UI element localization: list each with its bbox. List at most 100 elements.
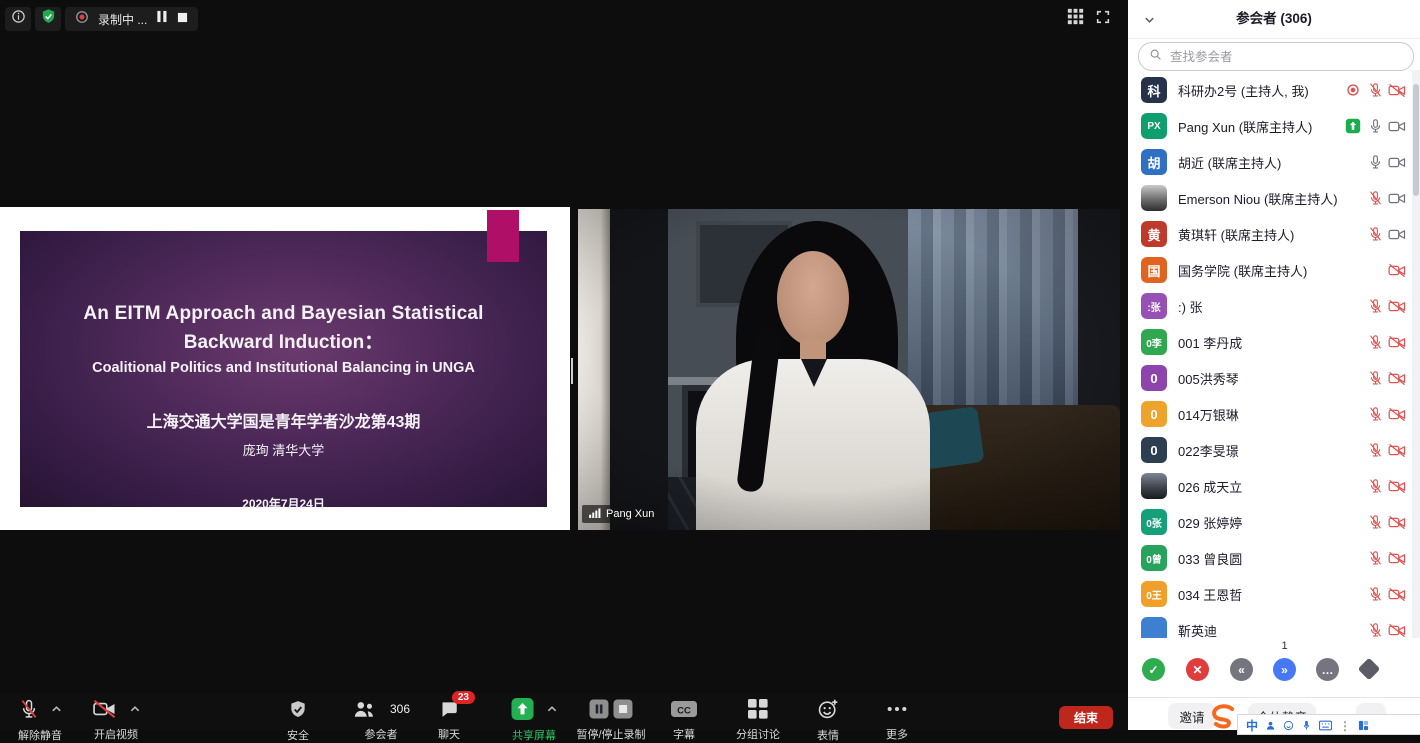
mic-on-icon[interactable] (1364, 118, 1386, 134)
cam-on-icon[interactable] (1386, 191, 1408, 206)
grid-view-icon (1067, 8, 1084, 30)
record-dot-icon[interactable] (1342, 83, 1364, 97)
cam-off-icon[interactable] (1386, 83, 1408, 98)
cam-off-icon[interactable] (1386, 479, 1408, 494)
mic-muted-icon[interactable] (1364, 478, 1386, 494)
cam-off-icon[interactable] (1386, 299, 1408, 314)
participant-row[interactable]: 0王034 王恩哲 (1128, 576, 1420, 612)
encryption-status-button[interactable] (35, 7, 61, 31)
toolbar-more-button[interactable]: 更多 (886, 698, 908, 742)
avatar: 胡 (1141, 149, 1167, 175)
ime-mic-icon[interactable] (1301, 720, 1312, 731)
participant-row[interactable]: 0022李旻璟 (1128, 432, 1420, 468)
cam-off-icon[interactable] (1386, 407, 1408, 422)
pause-recording-button[interactable] (156, 10, 168, 28)
ime-lang-icon[interactable]: 中 (1246, 717, 1258, 734)
slower-button[interactable]: « (1230, 658, 1253, 681)
video-tile-pang-xun[interactable]: Pang Xun (578, 209, 1120, 530)
toolbar-participants-button[interactable]: 306参会者 (352, 698, 410, 742)
mic-muted-icon[interactable] (1364, 190, 1386, 206)
toolbar-record-controls-button[interactable]: 暂停/停止录制 (576, 698, 645, 742)
participant-name: 014万银琳 (1178, 405, 1342, 424)
mic-muted-icon[interactable] (1364, 226, 1386, 242)
participant-row[interactable]: 0005洪秀琴 (1128, 360, 1420, 396)
meeting-info-button[interactable] (5, 7, 31, 31)
participant-row[interactable]: 靳英迪 (1128, 612, 1420, 638)
cam-off-icon[interactable] (1386, 443, 1408, 458)
mic-muted-icon[interactable] (1364, 622, 1386, 638)
participant-row[interactable]: 0014万银琳 (1128, 396, 1420, 432)
fullscreen-button[interactable] (1094, 10, 1112, 28)
ime-keyboard-icon[interactable] (1319, 720, 1332, 731)
participant-row[interactable]: 国国务学院 (联席主持人) (1128, 252, 1420, 288)
gallery-view-button[interactable] (1066, 10, 1084, 28)
cam-off-icon[interactable] (1386, 587, 1408, 602)
participant-row[interactable]: 0曾033 曾良圆 (1128, 540, 1420, 576)
cam-off-icon[interactable] (1386, 551, 1408, 566)
cam-off-icon[interactable] (1386, 623, 1408, 638)
toolbar-unmute-button[interactable]: 解除静音 (18, 698, 62, 743)
participant-search[interactable] (1138, 42, 1414, 71)
mic-muted-icon[interactable] (1364, 550, 1386, 566)
participant-row[interactable]: 黄黄琪轩 (联席主持人) (1128, 216, 1420, 252)
participant-search-input[interactable] (1168, 49, 1403, 65)
mic-muted-icon[interactable] (1364, 514, 1386, 530)
no-button[interactable]: ✕ (1186, 658, 1209, 681)
cam-off-icon[interactable] (1386, 263, 1408, 278)
toolbar-share-screen-button[interactable]: 共享屏幕 (511, 698, 558, 743)
ime-icon-bar[interactable]: 中 ⋮ (1237, 714, 1420, 735)
ime-user-icon[interactable] (1265, 720, 1276, 731)
scrollbar-thumb[interactable] (1413, 84, 1419, 196)
mic-muted-icon[interactable] (1364, 406, 1386, 422)
participant-row[interactable]: 026 成天立 (1128, 468, 1420, 504)
mic-muted-icon[interactable] (1364, 82, 1386, 98)
cam-off-icon[interactable] (1386, 371, 1408, 386)
participant-row[interactable]: Emerson Niou (联席主持人) (1128, 180, 1420, 216)
chevron-up-icon[interactable] (51, 700, 62, 718)
sogou-logo-icon[interactable] (1208, 703, 1238, 733)
mic-muted-icon[interactable] (1364, 370, 1386, 386)
participant-row[interactable]: 0张029 张婷婷 (1128, 504, 1420, 540)
mic-muted-icon[interactable] (1364, 298, 1386, 314)
shared-screen[interactable]: An EITM Approach and Bayesian Statistica… (0, 207, 570, 530)
toolbar-reactions-button[interactable]: 表情 (817, 698, 839, 743)
ime-emoji-icon[interactable] (1283, 720, 1294, 731)
cam-off-icon[interactable] (1386, 515, 1408, 530)
end-meeting-button[interactable]: 结束 (1059, 706, 1113, 729)
more-feedback-button[interactable]: … (1316, 658, 1339, 681)
mic-muted-icon[interactable] (1364, 334, 1386, 350)
participant-row[interactable]: 胡胡近 (联席主持人) (1128, 144, 1420, 180)
participant-row[interactable]: :张:) 张 (1128, 288, 1420, 324)
toolbar-start-video-button[interactable]: 开启视频 (92, 698, 141, 742)
cam-on-icon[interactable] (1386, 155, 1408, 170)
ime-skin-icon[interactable] (1358, 720, 1369, 731)
video-nameplate: Pang Xun (582, 505, 661, 523)
toolbar-label: 暂停/停止录制 (576, 726, 645, 742)
participant-name: 001 李丹成 (1178, 333, 1342, 352)
toolbar-chat-button[interactable]: 23聊天 (438, 698, 460, 742)
toolbar-label: 字幕 (671, 726, 698, 742)
raise-hand-button[interactable] (1358, 658, 1381, 681)
mic-muted-icon[interactable] (1364, 442, 1386, 458)
share-badge-icon[interactable] (1342, 118, 1364, 134)
shield-check-icon (40, 8, 57, 30)
cam-on-icon[interactable] (1386, 119, 1408, 134)
toolbar-security-button[interactable]: 安全 (287, 698, 309, 743)
ime-tools-icon[interactable]: ⋮ (1339, 719, 1351, 733)
chevron-up-icon[interactable] (130, 700, 141, 718)
mic-muted-icon[interactable] (1364, 586, 1386, 602)
mic-on-icon[interactable] (1364, 154, 1386, 170)
stop-recording-button[interactable] (177, 10, 188, 28)
participant-row[interactable]: PXPang Xun (联席主持人) (1128, 108, 1420, 144)
toolbar-captions-button[interactable]: CC字幕 (671, 698, 698, 742)
participant-name: 029 张婷婷 (1178, 513, 1342, 532)
participant-row[interactable]: 0李001 李丹成 (1128, 324, 1420, 360)
yes-button[interactable]: ✓ (1142, 658, 1165, 681)
cam-off-icon[interactable] (1386, 335, 1408, 350)
participant-row[interactable]: 科科研办2号 (主持人, 我) (1128, 72, 1420, 108)
cam-on-icon[interactable] (1386, 227, 1408, 242)
slide-date-line: 2020年7月24日 (20, 495, 547, 512)
chevron-up-icon[interactable] (547, 700, 558, 718)
toolbar-breakout-button[interactable]: 分组讨论 (736, 698, 780, 742)
faster-button[interactable]: » (1273, 658, 1296, 681)
